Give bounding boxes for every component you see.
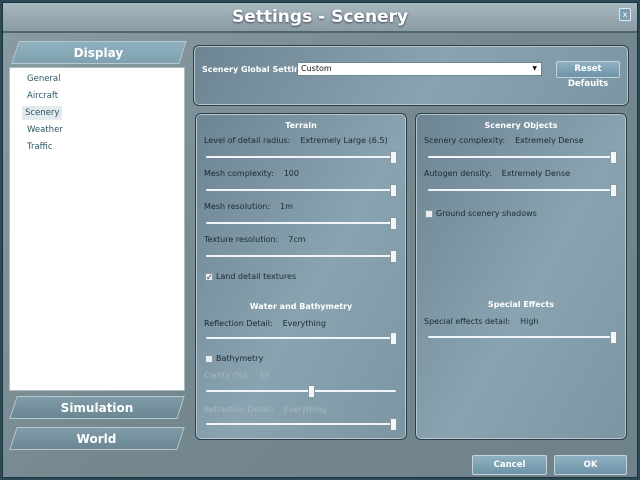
slider-thumb[interactable] <box>307 385 315 398</box>
slider-thumb[interactable] <box>610 331 618 344</box>
slider-thumb[interactable] <box>390 250 398 263</box>
terrain-panel: Terrain Level of detail radius: Extremely… <box>195 113 407 440</box>
refraction-slider[interactable] <box>206 418 398 431</box>
global-settings-panel: Scenery Global Settings: Custom ▼ Reset D… <box>193 45 629 106</box>
nav-item-aircraft[interactable]: Aircraft <box>24 89 61 103</box>
settings-window: Settings - Scenery x Display General Air… <box>2 2 638 478</box>
water-heading: Water and Bathymetry <box>249 302 353 311</box>
bathymetry-checkbox[interactable] <box>205 355 213 363</box>
global-settings-dropdown[interactable]: Custom ▼ <box>297 62 542 76</box>
clarity-slider[interactable] <box>206 385 396 398</box>
refraction-label: Refraction Detail: Everything <box>204 405 327 414</box>
scenery-complexity-label: Scenery complexity: Extremely Dense <box>424 136 584 145</box>
category-world[interactable]: World <box>9 427 185 450</box>
bathymetry-label: Bathymetry <box>216 354 264 363</box>
slider-thumb[interactable] <box>390 332 398 345</box>
close-button[interactable]: x <box>619 8 631 21</box>
chevron-down-icon: ▼ <box>532 65 537 72</box>
window-title: Settings - Scenery <box>231 7 409 27</box>
clarity-label: Clarity (%): 55 <box>204 371 270 380</box>
slider-thumb[interactable] <box>610 184 618 197</box>
slider-thumb[interactable] <box>610 151 618 164</box>
autogen-label: Autogen density: Extremely Dense <box>424 169 571 178</box>
slider-thumb[interactable] <box>390 418 398 431</box>
mesh-complexity-label: Mesh complexity: 100 <box>204 169 299 178</box>
category-label: World <box>76 432 117 446</box>
category-simulation[interactable]: Simulation <box>9 396 185 419</box>
dropdown-value: Custom <box>301 64 332 73</box>
title-bar: Settings - Scenery x <box>3 3 637 33</box>
nav-item-general[interactable]: General <box>24 72 64 86</box>
nav-item-traffic[interactable]: Traffic <box>24 140 56 154</box>
cancel-button[interactable]: Cancel <box>472 455 547 475</box>
category-display[interactable]: Display <box>11 41 187 64</box>
autogen-slider[interactable] <box>428 184 618 197</box>
special-effects-slider[interactable] <box>428 331 618 344</box>
mesh-complexity-slider[interactable] <box>206 184 398 197</box>
ground-shadows-checkbox[interactable] <box>425 210 433 218</box>
reflection-label: Reflection Detail: Everything <box>204 319 326 328</box>
scenery-complexity-slider[interactable] <box>428 151 618 164</box>
scenery-objects-heading: Scenery Objects <box>484 121 558 130</box>
terrain-heading: Terrain <box>285 121 317 130</box>
scenery-objects-panel: Scenery Objects Scenery complexity: Extre… <box>415 113 627 440</box>
ok-button[interactable]: OK <box>554 455 627 475</box>
texture-resolution-slider[interactable] <box>206 250 398 263</box>
mesh-resolution-label: Mesh resolution: 1m <box>204 202 293 211</box>
lod-slider[interactable] <box>206 151 398 164</box>
nav-item-scenery[interactable]: Scenery <box>22 106 63 120</box>
display-nav-list: General Aircraft Scenery Weather Traffic <box>9 67 185 391</box>
category-label: Display <box>73 46 124 60</box>
lod-label: Level of detail radius: Extremely Large (… <box>204 136 388 145</box>
slider-thumb[interactable] <box>390 184 398 197</box>
slider-thumb[interactable] <box>390 151 398 164</box>
reflection-slider[interactable] <box>206 332 398 345</box>
special-effects-label: Special effects detail: High <box>424 317 539 326</box>
land-detail-label: Land detail textures <box>216 272 297 281</box>
special-effects-heading: Special Effects <box>487 300 555 309</box>
reset-defaults-button[interactable]: Reset Defaults <box>556 61 620 89</box>
texture-resolution-label: Texture resolution: 7cm <box>204 235 306 244</box>
slider-thumb[interactable] <box>390 217 398 230</box>
ground-shadows-label: Ground scenery shadows <box>436 209 537 218</box>
lod-value: Extremely Large (6.5) <box>300 136 388 145</box>
nav-item-weather[interactable]: Weather <box>24 123 66 137</box>
category-label: Simulation <box>60 401 134 415</box>
land-detail-checkbox[interactable]: ✓ <box>205 273 213 282</box>
mesh-resolution-slider[interactable] <box>206 217 398 230</box>
